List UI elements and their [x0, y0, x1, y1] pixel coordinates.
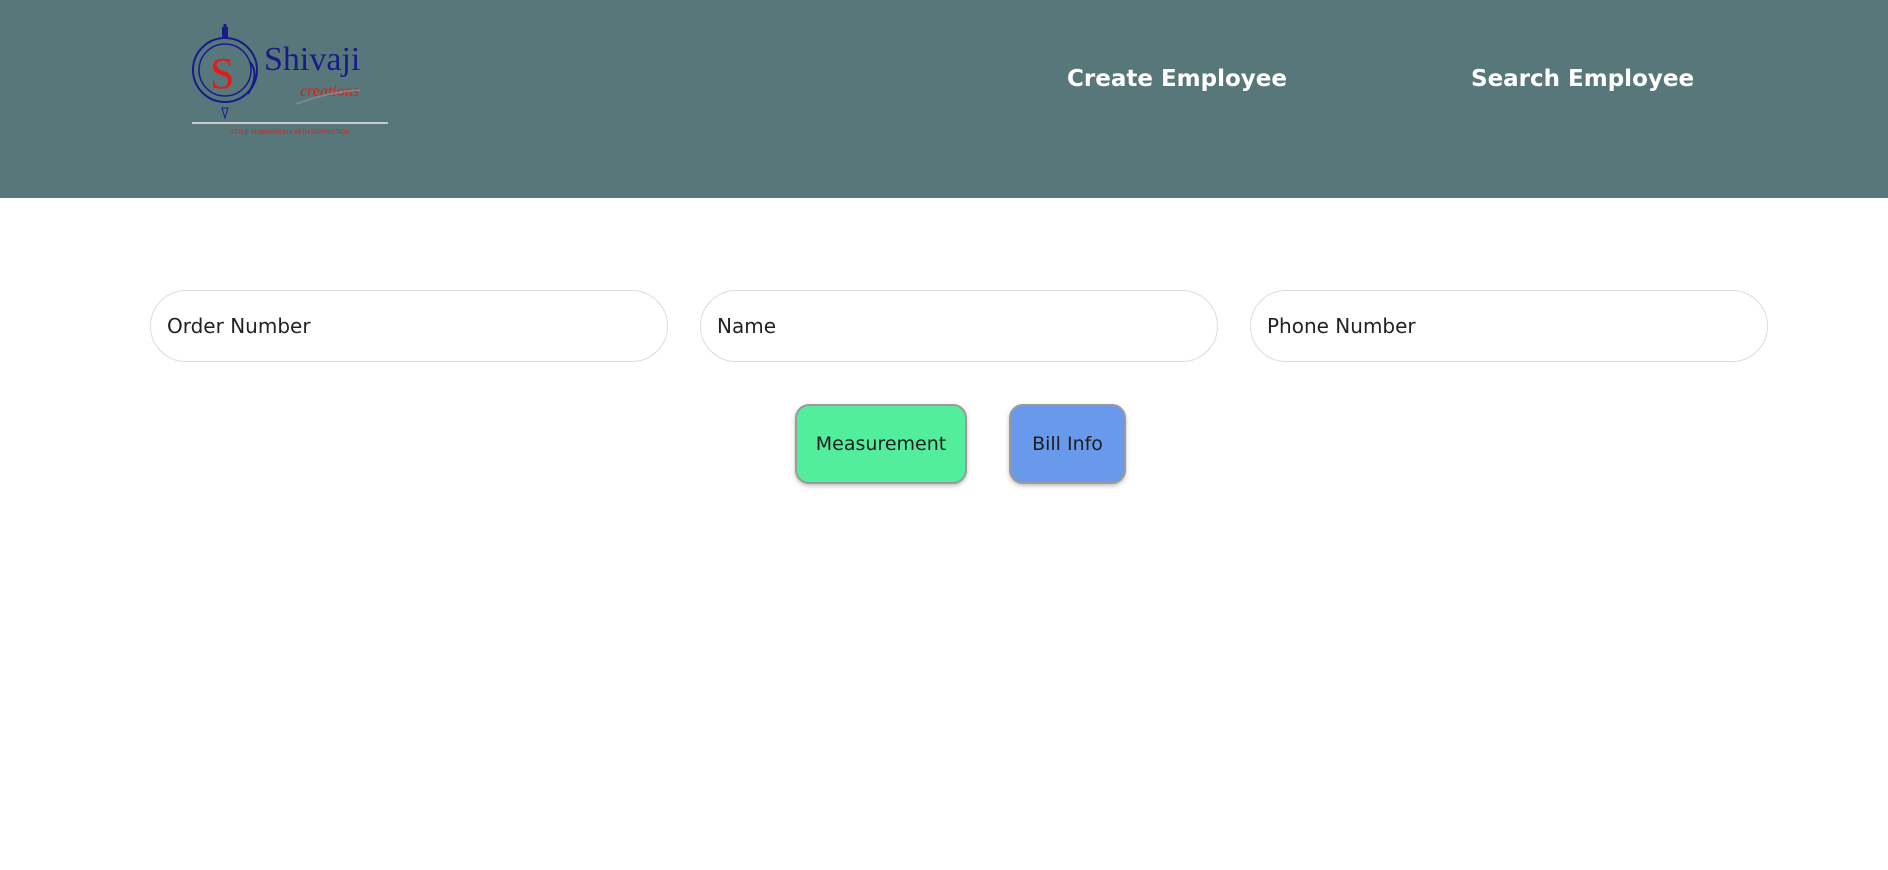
- top-header: S Shivaji creations STYLE SUBMISSIONS WI…: [0, 0, 1888, 198]
- nav-search-employee[interactable]: Search Employee: [1471, 66, 1694, 92]
- logo-tagline: STYLE SUBMISSIONS WITH PERFECTION: [230, 130, 350, 136]
- logo-brand: Shivaji: [264, 41, 360, 78]
- phone-number-input[interactable]: [1250, 290, 1768, 362]
- logo-initial: S: [210, 49, 234, 98]
- nav-create-employee[interactable]: Create Employee: [1067, 66, 1287, 92]
- bill-info-button[interactable]: Bill Info: [1009, 404, 1126, 484]
- brand-logo[interactable]: S Shivaji creations STYLE SUBMISSIONS WI…: [188, 22, 392, 142]
- order-number-input[interactable]: [150, 290, 668, 362]
- name-input[interactable]: [700, 290, 1218, 362]
- measurement-button[interactable]: Measurement: [795, 404, 967, 484]
- logo-graphic: S Shivaji creations STYLE SUBMISSIONS WI…: [192, 24, 388, 136]
